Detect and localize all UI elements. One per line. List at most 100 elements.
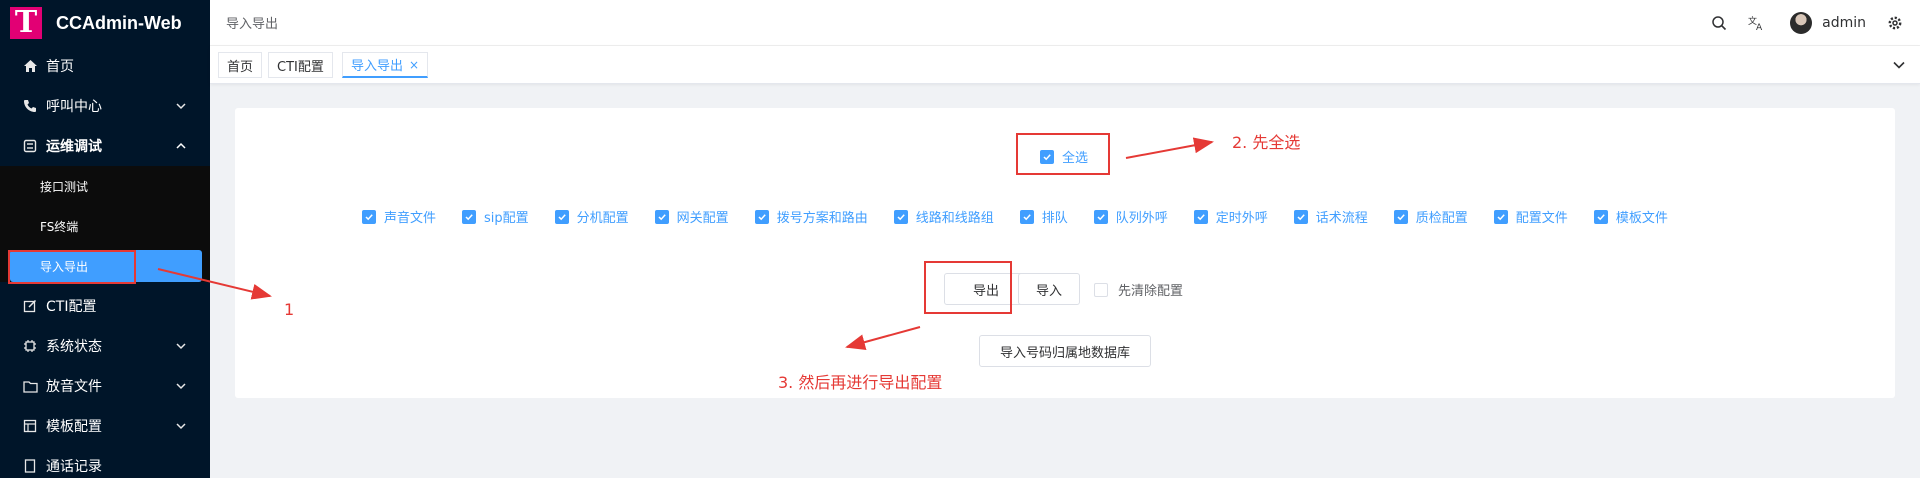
header-actions: 文A admin — [1690, 0, 1904, 46]
import-button[interactable]: 导入 — [1018, 273, 1080, 305]
export-option-label: 模板文件 — [1615, 211, 1668, 226]
sidebar-item-call-center[interactable]: 呼叫中心 — [0, 86, 210, 126]
export-option-label: 拨号方案和路由 — [776, 211, 868, 226]
annotation-box-1 — [8, 250, 136, 284]
checkbox-checked-icon — [1019, 209, 1034, 224]
sidebar-item-label: 通话记录 — [46, 459, 102, 475]
annotation-box-2 — [1016, 133, 1110, 175]
tab-import-export[interactable]: 导入导出 × — [342, 52, 429, 78]
sidebar-item-cti-config[interactable]: CTI配置 — [0, 286, 210, 326]
sidebar-item-label: CTI配置 — [46, 299, 97, 315]
export-option-checkbox[interactable]: 话术流程 — [1293, 207, 1368, 226]
checkbox-checked-icon — [1293, 209, 1308, 224]
tab-label: 导入导出 — [351, 59, 404, 74]
checkbox-checked-icon — [1393, 209, 1408, 224]
annotation-step-1: 1 — [284, 300, 295, 319]
sidebar-item-label: 呼叫中心 — [46, 99, 102, 115]
close-icon[interactable]: × — [409, 58, 419, 72]
export-option-checkbox[interactable]: 队列外呼 — [1093, 207, 1168, 226]
tab-bar: 首页 CTI配置 导入导出 × — [210, 46, 1920, 84]
export-option-label: 队列外呼 — [1115, 211, 1168, 226]
sidebar-item-label: 运维调试 — [46, 139, 102, 155]
sidebar-item-home[interactable]: 首页 — [0, 46, 210, 86]
sidebar-item-label: 系统状态 — [46, 339, 102, 355]
annotation-step-3: 3. 然后再进行导出配置 — [778, 373, 943, 392]
export-option-checkbox[interactable]: 定时外呼 — [1193, 207, 1268, 226]
chevron-down-icon — [176, 343, 186, 350]
top-header: 导入导出 文A admin — [210, 0, 1920, 46]
edit-icon — [22, 298, 38, 314]
tab-cti-config[interactable]: CTI配置 — [268, 52, 333, 78]
export-option-label: 线路和线路组 — [915, 211, 994, 226]
checkbox-checked-icon — [893, 209, 908, 224]
checkbox-checked-icon — [462, 209, 477, 224]
export-option-label: sip配置 — [484, 211, 529, 226]
sidebar-item-ops-debug[interactable]: 运维调试 — [0, 126, 210, 166]
avatar[interactable] — [1790, 12, 1813, 34]
chevron-down-icon — [176, 103, 186, 110]
record-icon — [22, 458, 38, 474]
debug-icon — [22, 138, 38, 154]
sidebar-item-audio-files[interactable]: 放音文件 — [0, 366, 210, 406]
export-options: 声音文件 sip配置 分机配置 网关配置 拨号方案和路由 线路和线路组 排队 队列外呼 定时外呼… — [362, 207, 1694, 226]
export-option-label: 网关配置 — [676, 211, 729, 226]
import-db-button[interactable]: 导入号码归属地数据库 — [979, 335, 1151, 367]
sidebar-item-label: 首页 — [46, 59, 74, 75]
tab-label: CTI配置 — [277, 59, 324, 75]
sidebar-item-label: 放音文件 — [46, 379, 102, 395]
folder-icon — [22, 378, 38, 394]
sidebar-item-label: 模板配置 — [46, 419, 102, 435]
export-option-label: 质检配置 — [1415, 211, 1468, 226]
sidebar-item-call-records[interactable]: 通话记录 — [0, 446, 210, 478]
sidebar-subitem-fs-terminal[interactable]: FS终端 — [0, 206, 210, 246]
checkbox-checked-icon — [654, 209, 669, 224]
export-option-checkbox[interactable]: 模板文件 — [1593, 207, 1668, 226]
checkbox-checked-icon — [754, 209, 769, 224]
tab-home[interactable]: 首页 — [218, 52, 263, 78]
checkbox-checked-icon — [1193, 209, 1208, 224]
settings-icon[interactable] — [1886, 14, 1904, 32]
template-icon — [22, 418, 38, 434]
export-option-checkbox[interactable]: 线路和线路组 — [893, 207, 994, 226]
phone-icon — [22, 98, 38, 114]
export-option-label: 排队 — [1041, 211, 1068, 226]
export-option-checkbox[interactable]: 网关配置 — [654, 207, 729, 226]
breadcrumb: 导入导出 — [226, 17, 279, 32]
search-icon[interactable] — [1710, 14, 1728, 32]
translate-icon[interactable]: 文A — [1748, 14, 1766, 32]
export-option-checkbox[interactable]: 配置文件 — [1493, 207, 1568, 226]
sidebar: T CCAdmin-Web 首页 呼叫中心 运维调试 接口测试 FS终端 导入导… — [0, 0, 210, 478]
export-option-checkbox[interactable]: sip配置 — [462, 207, 529, 226]
checkbox-checked-icon — [1093, 209, 1108, 224]
export-option-checkbox[interactable]: 排队 — [1019, 207, 1068, 226]
sidebar-subitem-label: 接口测试 — [40, 179, 89, 194]
export-option-label: 定时外呼 — [1215, 211, 1268, 226]
clear-config-checkbox[interactable]: 先清除配置 — [1094, 280, 1183, 299]
sidebar-item-system-status[interactable]: 系统状态 — [0, 326, 210, 366]
export-option-label: 配置文件 — [1515, 211, 1568, 226]
sidebar-item-template-config[interactable]: 模板配置 — [0, 406, 210, 446]
annotation-box-3 — [924, 261, 1012, 314]
export-option-label: 声音文件 — [384, 211, 437, 226]
checkbox-unchecked-icon — [1094, 282, 1108, 297]
export-option-label: 话术流程 — [1315, 211, 1368, 226]
export-option-checkbox[interactable]: 质检配置 — [1393, 207, 1468, 226]
checkbox-checked-icon — [554, 209, 569, 224]
export-option-checkbox[interactable]: 拨号方案和路由 — [754, 207, 868, 226]
sidebar-subitem-label: FS终端 — [40, 219, 79, 234]
checkbox-checked-icon — [362, 209, 376, 224]
chevron-down-icon[interactable] — [1892, 58, 1906, 72]
chevron-up-icon — [176, 142, 186, 149]
annotation-step-2: 2. 先全选 — [1232, 133, 1301, 152]
export-option-checkbox[interactable]: 声音文件 — [362, 207, 436, 226]
username[interactable]: admin — [1822, 15, 1866, 31]
app-title: CCAdmin-Web — [56, 12, 182, 33]
checkbox-checked-icon — [1593, 209, 1608, 224]
logo-row: T CCAdmin-Web — [0, 0, 210, 46]
clear-config-label: 先清除配置 — [1118, 284, 1184, 299]
sidebar-subitem-api-test[interactable]: 接口测试 — [0, 166, 210, 206]
tab-label: 首页 — [227, 59, 254, 75]
checkbox-checked-icon — [1493, 209, 1508, 224]
svg-text:A: A — [1756, 23, 1763, 31]
export-option-checkbox[interactable]: 分机配置 — [554, 207, 629, 226]
